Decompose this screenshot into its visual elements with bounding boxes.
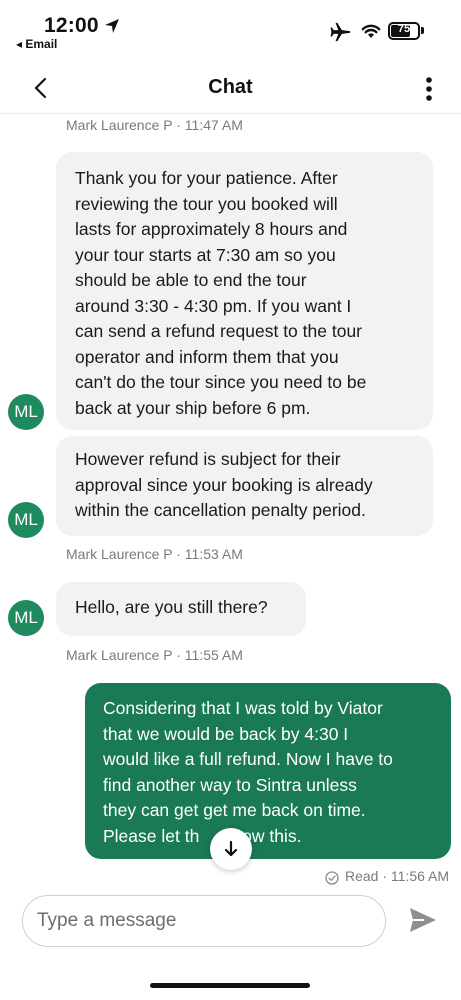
send-icon[interactable] bbox=[408, 906, 438, 934]
message-line: reviewing the tour you booked will bbox=[75, 193, 338, 214]
airplane-mode-icon bbox=[330, 22, 351, 42]
message-meta: Mark Laurence P · 11:53 AM bbox=[66, 546, 243, 562]
message-line: back at your ship before 6 pm. bbox=[75, 397, 311, 418]
avatar: ML bbox=[8, 502, 44, 538]
message-line: would like a full refund. Now I have to bbox=[103, 749, 393, 769]
incoming-message-bubble: Thank you for your patience. After revie… bbox=[56, 152, 433, 430]
scroll-to-bottom-button[interactable] bbox=[210, 828, 252, 870]
back-to-app-link[interactable]: ◂ Email bbox=[16, 37, 57, 51]
incoming-message-bubble: Hello, are you still there? bbox=[56, 582, 306, 636]
message-line: can't do the tour since you need to be bbox=[75, 372, 367, 392]
message-line: within the cancellation penalty period. bbox=[75, 500, 366, 520]
chat-header: Chat bbox=[0, 62, 461, 114]
message-line: should be able to end the tour bbox=[75, 270, 307, 290]
read-receipt-text: Read · 11:56 AM bbox=[345, 868, 450, 884]
message-meta: Mark Laurence P · 11:55 AM bbox=[66, 647, 243, 663]
avatar: ML bbox=[8, 600, 44, 636]
message-line: can send a refund request to the tour bbox=[75, 321, 362, 341]
message-line: Thank you for your patience. After bbox=[75, 168, 338, 188]
status-bar: 12:00 ◂ Email 75 bbox=[0, 0, 461, 58]
home-indicator bbox=[150, 983, 310, 988]
message-composer bbox=[22, 895, 386, 947]
message-line: lasts for approximately 8 hours and bbox=[75, 219, 348, 239]
incoming-message-bubble: However refund is subject for their appr… bbox=[56, 436, 433, 536]
message-line: Hello, are you still there? bbox=[75, 597, 268, 617]
message-line: that we would be back by 4:30 I bbox=[103, 723, 349, 744]
message-line: your tour starts at 7:30 am so you bbox=[75, 244, 336, 265]
message-line: operator and inform them that you bbox=[75, 346, 339, 367]
outgoing-message-bubble: Considering that I was told by Viator th… bbox=[85, 683, 451, 859]
wifi-icon bbox=[361, 24, 381, 38]
arrow-down-icon bbox=[224, 840, 238, 857]
page-title: Chat bbox=[208, 76, 253, 98]
message-line: around 3:30 - 4:30 pm. If you want I bbox=[75, 295, 352, 316]
message-line: find another way to Sintra unless bbox=[103, 774, 357, 795]
battery-level: 75 bbox=[397, 23, 411, 35]
message-line: Please let th know this. bbox=[103, 825, 302, 846]
avatar: ML bbox=[8, 394, 44, 430]
more-vertical-icon[interactable] bbox=[422, 76, 436, 102]
message-line: Considering that I was told by Viator bbox=[103, 698, 383, 718]
battery-icon: 75 bbox=[388, 22, 420, 40]
message-line: they can get get me back on time. bbox=[103, 800, 366, 820]
status-time: 12:00 bbox=[44, 14, 99, 37]
message-input[interactable] bbox=[37, 906, 367, 936]
read-check-icon bbox=[325, 871, 339, 885]
location-arrow-icon bbox=[105, 19, 119, 33]
message-line: approval since your booking is already bbox=[75, 474, 373, 495]
read-receipt: Read · 11:56 AM bbox=[325, 868, 455, 888]
message-meta: Mark Laurence P · 11:47 AM bbox=[66, 117, 243, 133]
message-line: However refund is subject for their bbox=[75, 449, 341, 469]
